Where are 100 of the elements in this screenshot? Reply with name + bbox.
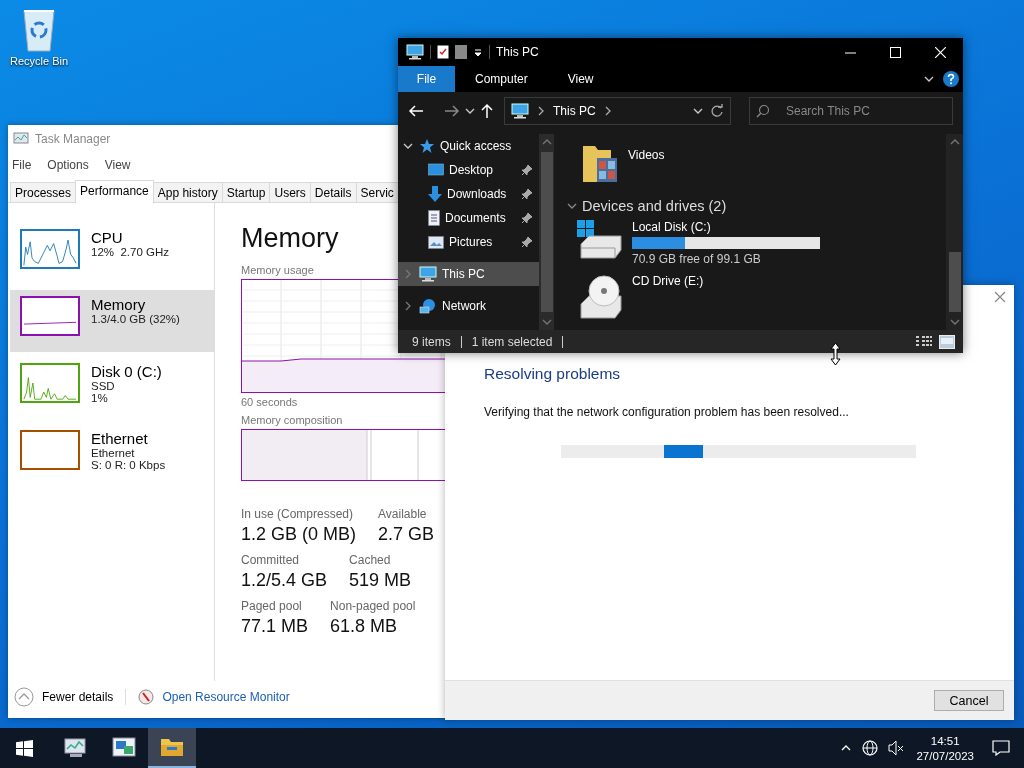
scroll-thumb[interactable] <box>540 152 553 312</box>
monitor-chart-icon <box>64 737 88 759</box>
stat-label: Committed <box>241 553 300 567</box>
menu-item[interactable]: File <box>12 158 32 172</box>
computer-icon <box>511 103 529 119</box>
tab[interactable]: Startup <box>221 182 271 202</box>
nav-item[interactable]: Quick access <box>398 134 539 158</box>
taskbar-app[interactable] <box>148 728 196 768</box>
window-title: Task Manager <box>35 132 111 146</box>
resource-monitor-link[interactable]: Open Resource Monitor <box>162 690 290 704</box>
desktop-icon <box>428 163 444 177</box>
window-title: This PC <box>496 45 539 59</box>
stat-label: Cached <box>349 553 392 567</box>
nav-item[interactable]: Desktop <box>398 158 539 182</box>
graph-label: 60 seconds <box>241 396 298 408</box>
resource-name[interactable]: CPU <box>91 229 169 246</box>
stat-value: 61.8 MB <box>330 616 399 637</box>
resource-name[interactable]: Memory <box>91 296 180 313</box>
pin-icon[interactable] <box>521 212 533 224</box>
tab[interactable]: Users <box>269 182 311 202</box>
menu-item[interactable]: Options <box>47 158 89 172</box>
nav-item[interactable]: Network <box>398 294 539 318</box>
nav-item[interactable]: This PC <box>398 262 539 286</box>
pin-icon[interactable] <box>521 236 533 248</box>
computer-icon <box>406 44 424 60</box>
back-icon[interactable] <box>408 104 424 118</box>
maximize-icon[interactable] <box>890 46 901 58</box>
resource-name[interactable]: Ethernet <box>91 430 166 447</box>
search-icon <box>756 104 770 118</box>
scroll-thumb[interactable] <box>948 252 961 312</box>
cd-drive-icon <box>577 274 623 320</box>
fewer-details-link[interactable]: Fewer details <box>42 690 114 704</box>
properties-icon[interactable] <box>437 45 449 59</box>
menu-item[interactable]: View <box>104 158 131 172</box>
resource-detail: 12% 2.70 GHz <box>91 246 169 258</box>
status-message: Verifying that the network configuration problem has been resolved... <box>484 405 850 419</box>
search-field[interactable]: Search This PC <box>749 97 953 125</box>
resource-name[interactable]: Disk 0 (C:) <box>91 363 162 380</box>
resource-detail: S: 0 R: 0 Kbps <box>91 459 166 471</box>
graph-label: Memory composition <box>241 414 343 426</box>
scrollbar[interactable] <box>946 134 963 330</box>
pin-icon[interactable] <box>521 188 533 200</box>
tab[interactable]: Servic <box>355 182 399 202</box>
start-icon[interactable] <box>15 739 33 757</box>
selected-resource-item[interactable]: Memory 1.3/4.0 GB (32%) <box>10 290 214 352</box>
download-arrow-icon <box>428 186 442 202</box>
group-header[interactable]: Devices and drives (2) <box>582 198 727 214</box>
help-icon[interactable] <box>943 71 959 87</box>
collapse-icon[interactable] <box>14 687 34 707</box>
panel-heading: Memory <box>241 223 339 254</box>
refresh-icon[interactable] <box>710 104 724 118</box>
drive-name[interactable]: Local Disk (C:) <box>632 220 820 234</box>
resource-monitor-icon <box>138 689 155 705</box>
picture-icon <box>428 235 444 249</box>
stat-value: 519 MB <box>349 570 412 591</box>
computer-icon <box>419 266 437 282</box>
globe-icon[interactable] <box>862 740 879 756</box>
caret-icon[interactable] <box>473 47 483 57</box>
scrollbar[interactable] <box>539 134 554 330</box>
stat-label: Paged pool <box>241 599 303 613</box>
resource-detail: 1.3/4.0 GB (32%) <box>91 313 180 325</box>
cancel-button[interactable]: Cancel <box>934 690 1004 711</box>
large-icons-view-icon[interactable] <box>939 334 955 349</box>
ribbon-tab[interactable]: Computer <box>455 66 548 92</box>
nav-item[interactable]: Documents <box>398 206 539 230</box>
ribbon-tab[interactable]: View <box>547 66 614 92</box>
drive-space: 70.9 GB free of 99.1 GB <box>632 252 762 266</box>
resource-detail: SSD <box>91 380 116 392</box>
stat-value: 1.2 GB (0 MB) <box>241 524 357 545</box>
stat-value: 2.7 GB <box>378 524 435 545</box>
resource-detail: Ethernet <box>91 447 136 459</box>
address-bar[interactable]: This PC <box>504 97 731 125</box>
details-view-icon[interactable] <box>915 334 933 349</box>
network-icon <box>419 298 437 314</box>
nav-item[interactable]: Pictures <box>398 230 539 254</box>
document-icon <box>428 210 440 226</box>
status-text: 1 item selected <box>471 334 553 349</box>
stat-value: 77.1 MB <box>241 616 309 637</box>
dialog-heading: Resolving problems <box>484 365 622 383</box>
stat-label: In use (Compressed) <box>241 507 355 521</box>
resize-cursor-icon <box>830 342 841 366</box>
desktop-icon-label[interactable]: Recycle Bin <box>9 55 69 67</box>
stat-label: Non-paged pool <box>330 599 416 613</box>
drive-name[interactable]: CD Drive (E:) <box>632 274 704 288</box>
notification-icon[interactable] <box>992 740 1010 756</box>
clock[interactable]: 14:51 27/07/2023 <box>916 734 974 762</box>
tab[interactable]: App history <box>152 182 223 202</box>
resource-detail: 1% <box>91 392 109 404</box>
star-icon <box>419 138 435 154</box>
pin-icon[interactable] <box>521 164 533 176</box>
tab[interactable]: Processes <box>10 182 77 202</box>
up-icon[interactable] <box>480 103 494 119</box>
forward-icon[interactable] <box>444 104 460 118</box>
tab[interactable]: Details <box>309 182 357 202</box>
file-tab[interactable]: File <box>398 66 455 92</box>
tab[interactable]: Performance <box>75 180 154 203</box>
recycle-bin-icon[interactable] <box>21 8 57 52</box>
nav-item[interactable]: Downloads <box>398 182 539 206</box>
item-name[interactable]: Videos <box>628 148 665 162</box>
speaker-muted-icon[interactable] <box>888 740 905 756</box>
